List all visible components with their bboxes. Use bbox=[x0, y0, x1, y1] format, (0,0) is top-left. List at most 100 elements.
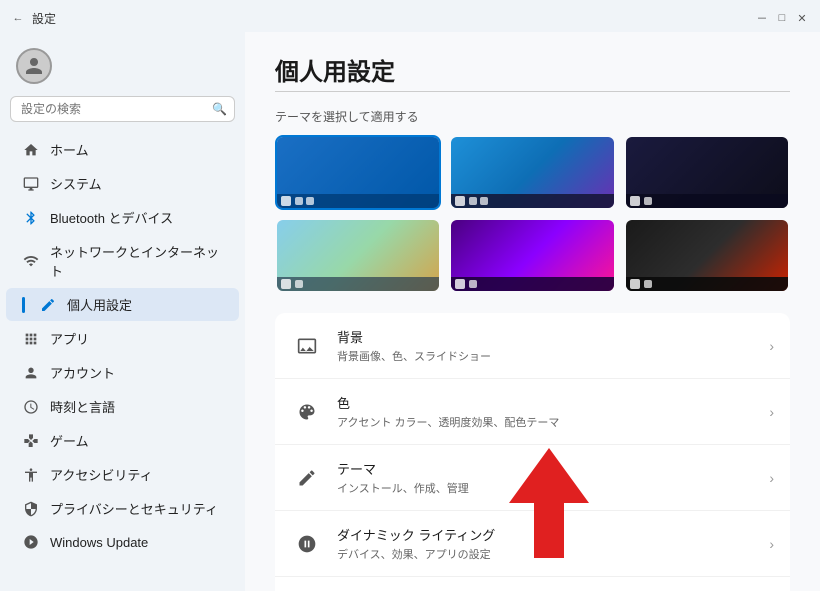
theme-start-flower bbox=[630, 279, 640, 289]
settings-item-text-background: 背景 背景画像、色、スライドショー bbox=[337, 327, 769, 364]
settings-item-text-color: 色 アクセント カラー、透明度効果、配色テーマ bbox=[337, 393, 769, 430]
page-title-underline bbox=[275, 91, 790, 92]
theme-taskbar-blue bbox=[277, 194, 439, 208]
gaming-icon bbox=[22, 432, 40, 450]
user-icon bbox=[24, 56, 44, 76]
chevron-right-icon-color: › bbox=[769, 404, 774, 420]
sidebar-item-personalization[interactable]: 個人用設定 bbox=[6, 288, 239, 321]
settings-item-desc-background: 背景画像、色、スライドショー bbox=[337, 348, 769, 364]
settings-item-desc-theme: インストール、作成、管理 bbox=[337, 480, 769, 496]
theme-preview-purple bbox=[451, 220, 613, 291]
theme-preview-win11 bbox=[451, 137, 613, 208]
minimize-button[interactable]: － bbox=[756, 12, 768, 24]
sidebar-item-apps[interactable]: アプリ bbox=[6, 322, 239, 355]
theme-icon-dark-1 bbox=[644, 197, 652, 205]
window-controls: － □ ✕ bbox=[756, 12, 808, 24]
theme-start-nature bbox=[281, 279, 291, 289]
theme-card-win11[interactable] bbox=[449, 135, 615, 210]
sidebar-item-label-windowsupdate: Windows Update bbox=[50, 535, 148, 550]
chevron-right-icon-background: › bbox=[769, 338, 774, 354]
apps-icon bbox=[22, 330, 40, 348]
network-icon bbox=[22, 252, 40, 270]
sidebar-item-label-home: ホーム bbox=[50, 140, 89, 159]
title-bar: ← 設定 － □ ✕ bbox=[0, 0, 820, 32]
sidebar-item-network[interactable]: ネットワークとインターネット bbox=[6, 235, 239, 287]
theme-preview-flower bbox=[626, 220, 788, 291]
theme-icon-blue-1 bbox=[295, 197, 303, 205]
theme-icon-purple-1 bbox=[469, 280, 477, 288]
theme-taskbar-flower bbox=[626, 277, 788, 291]
sidebar-item-system[interactable]: システム bbox=[6, 167, 239, 200]
back-button[interactable]: ← bbox=[12, 12, 24, 24]
theme-card-nature[interactable] bbox=[275, 218, 441, 293]
close-button[interactable]: ✕ bbox=[796, 12, 808, 24]
theme-taskbar-purple bbox=[451, 277, 613, 291]
sidebar-item-label-privacy: プライバシーとセキュリティ bbox=[50, 499, 218, 518]
theme-start-win11 bbox=[455, 196, 465, 206]
settings-item-color[interactable]: 色 アクセント カラー、透明度効果、配色テーマ › bbox=[275, 379, 790, 445]
privacy-icon bbox=[22, 500, 40, 518]
settings-item-title-color: 色 bbox=[337, 393, 769, 412]
time-icon bbox=[22, 398, 40, 416]
sidebar-item-label-accessibility: アクセシビリティ bbox=[50, 465, 153, 484]
theme-icon-flower-1 bbox=[644, 280, 652, 288]
theme-icon-blue-2 bbox=[306, 197, 314, 205]
settings-item-lockscreen[interactable]: ロック画面 ロック画面の画像、アプリ、アニメーション › bbox=[275, 577, 790, 591]
sidebar-item-label-accounts: アカウント bbox=[50, 363, 115, 382]
sidebar-item-label-apps: アプリ bbox=[50, 329, 89, 348]
theme-start-dark bbox=[630, 196, 640, 206]
page-title: 個人用設定 bbox=[275, 52, 790, 87]
personalization-icon bbox=[39, 296, 57, 314]
sidebar-item-label-personalization: 個人用設定 bbox=[67, 295, 132, 314]
theme-card-flower[interactable] bbox=[624, 218, 790, 293]
accessibility-icon bbox=[22, 466, 40, 484]
themes-section-label: テーマを選択して適用する bbox=[275, 108, 790, 125]
settings-item-theme[interactable]: テーマ インストール、作成、管理 › bbox=[275, 445, 790, 511]
sidebar-item-label-network: ネットワークとインターネット bbox=[50, 242, 223, 280]
settings-item-title-background: 背景 bbox=[337, 327, 769, 346]
theme-card-blue[interactable] bbox=[275, 135, 441, 210]
avatar[interactable] bbox=[16, 48, 52, 84]
nav-menu: ホーム システム Bluetooth とデバイス ネットワークとインターネット bbox=[0, 132, 245, 559]
system-icon bbox=[22, 175, 40, 193]
sidebar-item-windowsupdate[interactable]: Windows Update bbox=[6, 526, 239, 558]
sidebar-item-time[interactable]: 時刻と言語 bbox=[6, 390, 239, 423]
settings-list: 背景 背景画像、色、スライドショー › 色 アクセント カラー、透明度効果、配色… bbox=[275, 313, 790, 591]
accounts-icon bbox=[22, 364, 40, 382]
theme-grid bbox=[275, 135, 790, 293]
sidebar-item-home[interactable]: ホーム bbox=[6, 133, 239, 166]
title-bar-left: ← 設定 bbox=[12, 10, 56, 27]
sidebar: 🔍 ホーム システム Bluetooth とデバイス bbox=[0, 32, 245, 591]
theme-start-blue bbox=[281, 196, 291, 206]
theme-taskbar-dark bbox=[626, 194, 788, 208]
search-box: 🔍 bbox=[10, 96, 235, 122]
sidebar-item-accounts[interactable]: アカウント bbox=[6, 356, 239, 389]
content-wrapper: 背景 背景画像、色、スライドショー › 色 アクセント カラー、透明度効果、配色… bbox=[275, 313, 790, 591]
theme-icon bbox=[291, 462, 323, 494]
sidebar-item-label-system: システム bbox=[50, 174, 102, 193]
sidebar-item-accessibility[interactable]: アクセシビリティ bbox=[6, 458, 239, 491]
maximize-button[interactable]: □ bbox=[776, 12, 788, 24]
app-title: 設定 bbox=[32, 10, 56, 27]
sidebar-item-bluetooth[interactable]: Bluetooth とデバイス bbox=[6, 201, 239, 234]
settings-item-background[interactable]: 背景 背景画像、色、スライドショー › bbox=[275, 313, 790, 379]
settings-item-title-dynamic: ダイナミック ライティング bbox=[337, 525, 769, 544]
background-icon bbox=[291, 330, 323, 362]
settings-item-title-theme: テーマ bbox=[337, 459, 769, 478]
sidebar-item-label-gaming: ゲーム bbox=[50, 431, 89, 450]
chevron-right-icon-dynamic: › bbox=[769, 536, 774, 552]
active-indicator bbox=[22, 297, 25, 313]
settings-item-desc-dynamic: デバイス、効果、アプリの設定 bbox=[337, 546, 769, 562]
sidebar-item-privacy[interactable]: プライバシーとセキュリティ bbox=[6, 492, 239, 525]
bluetooth-icon bbox=[22, 209, 40, 227]
sidebar-item-label-time: 時刻と言語 bbox=[50, 397, 115, 416]
dynamic-icon bbox=[291, 528, 323, 560]
sidebar-item-gaming[interactable]: ゲーム bbox=[6, 424, 239, 457]
search-input[interactable] bbox=[10, 96, 235, 122]
settings-item-dynamic[interactable]: ダイナミック ライティング デバイス、効果、アプリの設定 › bbox=[275, 511, 790, 577]
theme-preview-dark bbox=[626, 137, 788, 208]
theme-card-dark[interactable] bbox=[624, 135, 790, 210]
search-icon: 🔍 bbox=[212, 102, 227, 116]
theme-preview-nature bbox=[277, 220, 439, 291]
theme-card-purple[interactable] bbox=[449, 218, 615, 293]
